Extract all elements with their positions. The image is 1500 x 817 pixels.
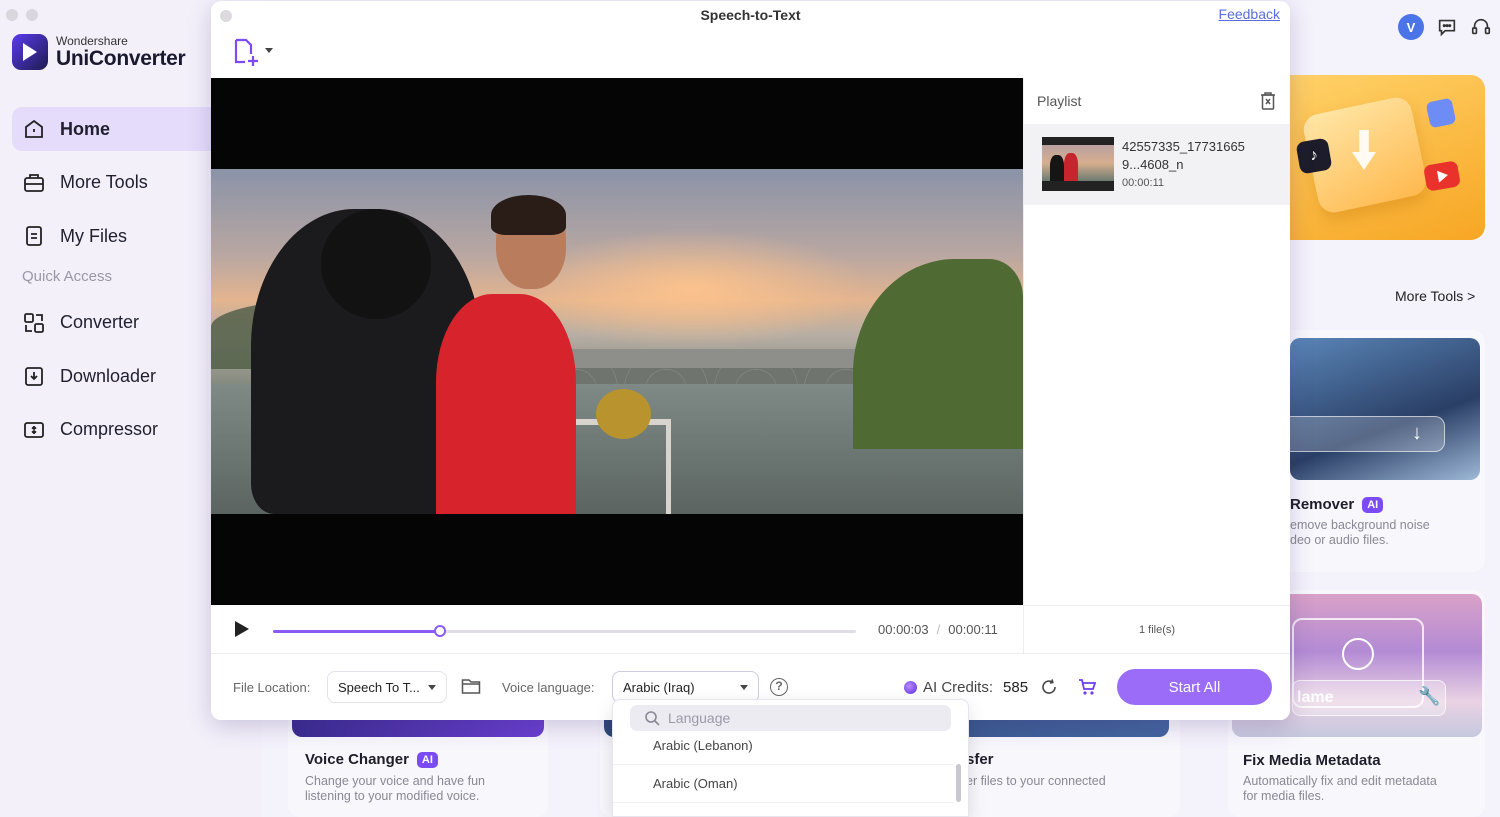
language-option[interactable]: Arabic (Oman) xyxy=(613,765,953,803)
ai-badge: AI xyxy=(416,751,438,768)
credits-icon xyxy=(904,680,917,694)
sidebar-item-label: Converter xyxy=(60,312,140,332)
chevron-down-icon xyxy=(740,684,748,690)
gallery-icon xyxy=(1425,97,1457,129)
language-option[interactable]: Arabic (Qatar) xyxy=(613,803,953,816)
credits-value: 585 xyxy=(1003,678,1029,696)
card-description: er files to your connected . xyxy=(966,774,1106,803)
brand-name: Wondershare xyxy=(56,33,128,48)
progress-slider[interactable] xyxy=(273,625,856,637)
card-title: sfer xyxy=(966,751,994,768)
card-title: Fix Media Metadata xyxy=(1243,752,1381,769)
window-close-button[interactable] xyxy=(6,9,18,21)
chevron-down-icon xyxy=(265,48,273,53)
avatar[interactable]: V xyxy=(1398,14,1424,40)
app-logo: Wondershare UniConverter xyxy=(12,33,186,70)
sidebar-item-label: Home xyxy=(60,118,111,139)
playlist-item-name: 42557335_177316659...4608_n xyxy=(1122,139,1245,172)
search-icon xyxy=(645,711,660,726)
add-file-icon xyxy=(234,38,258,66)
progress-knob[interactable] xyxy=(433,625,446,637)
file-location-value: Speech To T... xyxy=(338,679,420,695)
downloader-icon xyxy=(25,367,43,386)
search-placeholder: Language xyxy=(668,710,731,726)
start-all-button[interactable]: Start All xyxy=(1117,669,1272,705)
chevron-down-icon xyxy=(428,684,436,690)
refresh-icon[interactable] xyxy=(1040,678,1058,696)
wrench-icon: 🔧 xyxy=(1418,686,1441,706)
playlist-header: Playlist xyxy=(1024,78,1290,124)
sidebar-item-label: More Tools xyxy=(60,172,148,192)
compressor-icon xyxy=(24,421,44,438)
card-title: Remover AI xyxy=(1290,496,1384,513)
file-location-select[interactable]: Speech To T... xyxy=(327,671,447,703)
speech-to-text-dialog: Speech-to-Text Feedback 00:00:03 / 00:00:1… xyxy=(211,1,1290,720)
time-display: 00:00:03 / 00:00:11 xyxy=(878,622,998,637)
card-description: Change your voice and have fun listening… xyxy=(305,774,485,803)
voice-language-label: Voice language: xyxy=(502,680,595,695)
video-thumbnail xyxy=(1042,137,1114,191)
add-file-button[interactable] xyxy=(231,37,273,67)
total-time: 00:00:11 xyxy=(948,622,998,637)
header-actions: V xyxy=(1398,14,1492,40)
file-location-label: File Location: xyxy=(233,680,311,695)
folder-icon[interactable] xyxy=(461,677,481,695)
playlist-item[interactable]: 42557335_177316659...4608_n 00:00:11 xyxy=(1024,124,1290,205)
cart-icon[interactable] xyxy=(1078,678,1097,696)
ai-badge: AI xyxy=(1362,496,1384,513)
player-controls: 00:00:03 / 00:00:11 xyxy=(211,605,1023,653)
sidebar-item-label: My Files xyxy=(60,225,127,246)
window-controls xyxy=(6,9,38,21)
sidebar-item-label: Downloader xyxy=(60,365,157,386)
download-arrow-icon: ↓ xyxy=(1412,422,1422,444)
card-title: Voice Changer AI xyxy=(305,751,438,768)
home-icon xyxy=(25,119,43,138)
playlist-item-duration: 00:00:11 xyxy=(1122,177,1165,189)
dialog-title: Speech-to-Text xyxy=(700,7,801,23)
uniconverter-logo-icon xyxy=(12,34,48,70)
ai-credits: AI Credits: 585 xyxy=(904,678,1097,696)
feedback-link[interactable]: Feedback xyxy=(1219,6,1280,22)
tool-card-noise-remover[interactable]: ↓ Remover AI emove background noise deo … xyxy=(1260,330,1485,572)
help-icon[interactable]: ? xyxy=(770,678,788,696)
playlist-title: Playlist xyxy=(1037,93,1082,109)
dropdown-scrollbar[interactable] xyxy=(956,764,961,802)
file-icon xyxy=(26,226,42,246)
converter-icon xyxy=(24,312,44,333)
video-frame xyxy=(211,169,1023,514)
trash-icon[interactable] xyxy=(1259,91,1277,111)
tiktok-icon: ♪ xyxy=(1295,137,1333,175)
play-button[interactable] xyxy=(235,621,249,637)
time-separator: / xyxy=(936,622,941,637)
more-tools-link[interactable]: More Tools > xyxy=(1395,288,1475,304)
video-preview[interactable] xyxy=(211,78,1023,605)
current-time: 00:00:03 xyxy=(878,622,929,637)
headset-icon[interactable] xyxy=(1470,16,1492,38)
language-dropdown: Language Arabic (Lebanon) Arabic (Oman) … xyxy=(612,699,969,817)
playlist-panel: Playlist 42557335_177316659...4608_n 00:… xyxy=(1023,78,1290,653)
chat-icon[interactable] xyxy=(1436,16,1458,38)
card-description: emove background noise deo or audio file… xyxy=(1290,518,1430,547)
youtube-icon xyxy=(1423,160,1461,192)
sidebar-item-label: Compressor xyxy=(60,419,159,439)
downloader-promo-banner[interactable]: ♪ xyxy=(1260,75,1485,240)
credits-label: AI Credits: xyxy=(923,678,994,696)
voice-language-value: Arabic (Iraq) xyxy=(623,679,695,695)
card-description: Automatically fix and edit metadata for … xyxy=(1243,774,1437,803)
play-circle-icon xyxy=(1342,638,1374,670)
card-thumbnail: ↓ xyxy=(1290,338,1480,480)
toolbox-icon xyxy=(24,173,44,192)
product-name: UniConverter xyxy=(56,46,186,70)
window-minimize-button[interactable] xyxy=(26,9,38,21)
language-option[interactable]: Arabic (Lebanon) xyxy=(613,727,953,765)
progress-fill xyxy=(273,630,440,633)
files-count: 1 file(s) xyxy=(1023,605,1290,653)
